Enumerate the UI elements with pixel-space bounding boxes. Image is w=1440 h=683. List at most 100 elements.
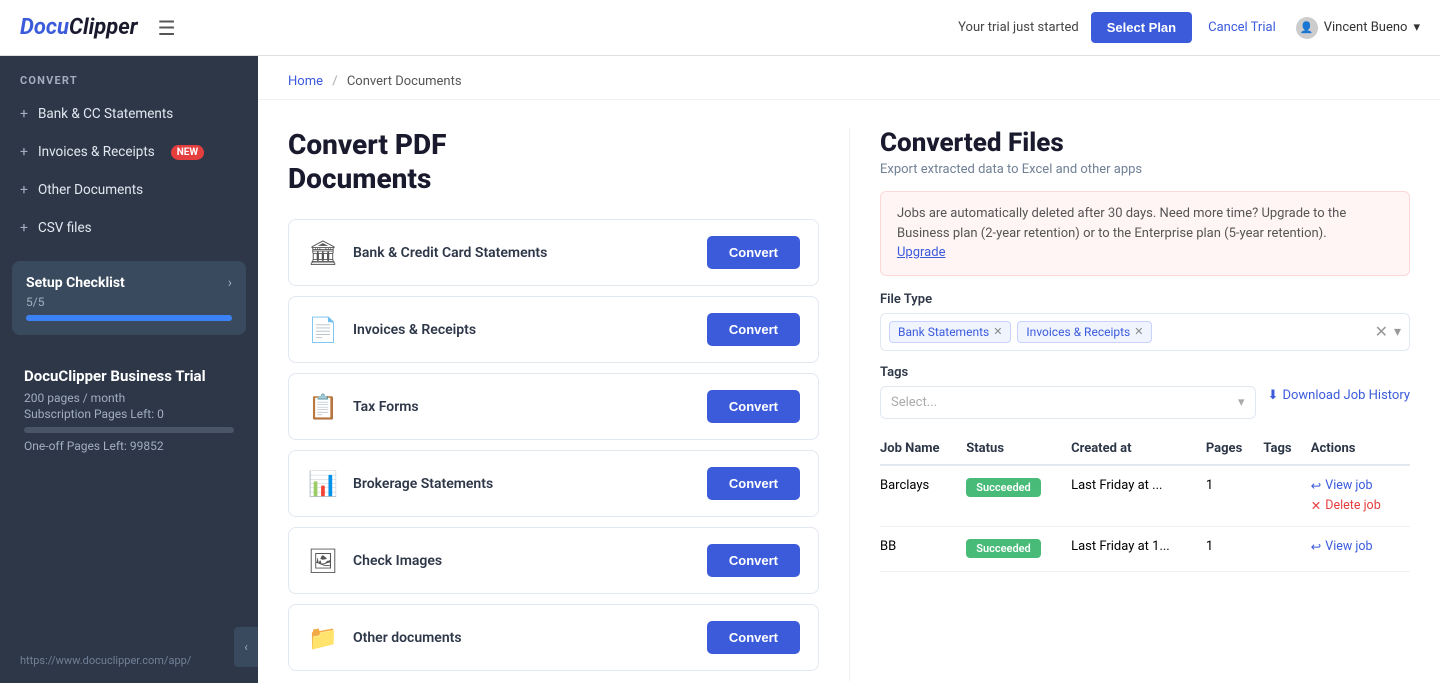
subscription-pages-left: Subscription Pages Left: 0 <box>24 407 234 421</box>
plan-pages-month: 200 pages / month <box>24 391 234 405</box>
content-grid: Convert PDF Documents 🏛 Bank & Credit Ca… <box>258 100 1440 683</box>
checklist-progress: 5/5 <box>26 295 232 309</box>
sidebar-item-bank-cc[interactable]: + Bank & CC Statements <box>0 95 258 133</box>
breadcrumb-home-link[interactable]: Home <box>288 74 323 89</box>
convert-invoices-button[interactable]: Convert <box>707 313 800 346</box>
table-row: BB Succeeded Last Friday at 1... 1 ↩ Vie… <box>880 526 1410 571</box>
file-type-filter: File Type Bank Statements ✕ Invoices & R… <box>880 292 1410 351</box>
download-history-link[interactable]: ⬇ Download Job History <box>1268 388 1410 403</box>
sidebar-item-label: CSV files <box>38 220 92 236</box>
job-name-barclays: Barclays <box>880 465 966 527</box>
user-name: Vincent Bueno <box>1324 20 1408 35</box>
filter-clear-all-button[interactable]: ✕ <box>1375 322 1388 341</box>
checklist-progress-bar-fill <box>26 315 232 321</box>
convert-section: Convert PDF Documents 🏛 Bank & Credit Ca… <box>288 128 849 681</box>
checklist-progress-bar-bg <box>26 315 232 321</box>
sidebar-item-invoices-receipts[interactable]: + Invoices & Receipts NEW <box>0 133 258 171</box>
select-plan-button[interactable]: Select Plan <box>1091 12 1192 43</box>
view-job-barclays-link[interactable]: ↩ View job <box>1311 478 1400 494</box>
sidebar-item-csv-files[interactable]: + CSV files <box>0 209 258 247</box>
convert-card-check-images: 🖼 Check Images Convert <box>288 527 819 594</box>
avatar-icon: 👤 <box>1296 17 1318 39</box>
status-badge: Succeeded <box>966 539 1040 558</box>
filter-tag-bank-remove[interactable]: ✕ <box>993 325 1002 338</box>
tax-icon: 📋 <box>307 393 339 421</box>
convert-bank-button[interactable]: Convert <box>707 236 800 269</box>
footer-url: https://www.docuclipper.com/app/ <box>0 644 258 683</box>
job-actions-bb: ↩ View job <box>1311 526 1410 571</box>
job-status-barclays: Succeeded <box>966 465 1071 527</box>
filter-tag-bank-label: Bank Statements <box>898 325 989 339</box>
delete-icon: ✕ <box>1311 498 1321 514</box>
converted-subtitle: Export extracted data to Excel and other… <box>880 162 1410 177</box>
convert-title: Convert PDF Documents <box>288 128 819 195</box>
topbar: DocuClipper ☰ Your trial just started Se… <box>0 0 1440 56</box>
breadcrumb-current: Convert Documents <box>347 74 462 89</box>
oneoff-pages-left: One-off Pages Left: 99852 <box>24 439 234 453</box>
user-menu[interactable]: 👤 Vincent Bueno ▾ <box>1296 17 1420 39</box>
tags-chevron-icon: ▾ <box>1238 395 1245 410</box>
sidebar-item-label: Other Documents <box>38 182 143 198</box>
delete-job-barclays-link[interactable]: ✕ Delete job <box>1311 498 1400 514</box>
brokerage-card-label: Brokerage Statements <box>353 476 493 492</box>
checklist-title: Setup Checklist <box>26 275 125 291</box>
col-status: Status <box>966 433 1071 465</box>
filter-tag-invoices-label: Invoices & Receipts <box>1026 325 1130 339</box>
download-icon: ⬇ <box>1268 388 1279 403</box>
sidebar: CONVERT + Bank & CC Statements + Invoice… <box>0 56 258 683</box>
job-status-bb: Succeeded <box>966 526 1071 571</box>
sidebar-item-other-documents[interactable]: + Other Documents <box>0 171 258 209</box>
view-job-bb-link[interactable]: ↩ View job <box>1311 539 1400 555</box>
filter-tag-bank[interactable]: Bank Statements ✕ <box>889 321 1011 343</box>
invoice-card-label: Invoices & Receipts <box>353 322 476 338</box>
breadcrumb: Home / Convert Documents <box>258 56 1440 100</box>
main-content: Home / Convert Documents Convert PDF Doc… <box>258 56 1440 683</box>
plus-icon: + <box>20 220 28 236</box>
cancel-trial-link[interactable]: Cancel Trial <box>1208 20 1276 35</box>
user-chevron-icon: ▾ <box>1413 20 1420 35</box>
sidebar-collapse-button[interactable]: ‹ <box>234 627 258 667</box>
sidebar-item-label: Bank & CC Statements <box>38 106 173 122</box>
filter-tag-invoices[interactable]: Invoices & Receipts ✕ <box>1017 321 1152 343</box>
sidebar-item-label: Invoices & Receipts <box>38 144 155 160</box>
job-pages-bb: 1 <box>1206 526 1264 571</box>
breadcrumb-separator: / <box>332 74 337 89</box>
tags-placeholder: Select... <box>891 395 937 410</box>
convert-card-invoices: 📄 Invoices & Receipts Convert <box>288 296 819 363</box>
layout: CONVERT + Bank & CC Statements + Invoice… <box>0 56 1440 683</box>
invoice-icon: 📄 <box>307 316 339 344</box>
jobs-table: Job Name Status Created at Pages Tags Ac… <box>880 433 1410 572</box>
bank-card-label: Bank & Credit Card Statements <box>353 245 547 261</box>
job-created-barclays: Last Friday at ... <box>1071 465 1206 527</box>
setup-checklist[interactable]: Setup Checklist › 5/5 <box>12 261 246 335</box>
check-icon: 🖼 <box>307 547 339 575</box>
converted-title: Converted Files <box>880 128 1410 158</box>
col-created-at: Created at <box>1071 433 1206 465</box>
plan-info: DocuClipper Business Trial 200 pages / m… <box>12 355 246 465</box>
file-type-input[interactable]: Bank Statements ✕ Invoices & Receipts ✕ … <box>880 313 1410 351</box>
hamburger-icon[interactable]: ☰ <box>158 16 176 40</box>
convert-check-button[interactable]: Convert <box>707 544 800 577</box>
view-icon: ↩ <box>1311 478 1321 494</box>
bank-icon: 🏛 <box>307 239 339 267</box>
other-card-label: Other documents <box>353 630 462 646</box>
sidebar-convert-label: CONVERT <box>0 56 258 95</box>
convert-card-brokerage: 📊 Brokerage Statements Convert <box>288 450 819 517</box>
banner-text: Jobs are automatically deleted after 30 … <box>897 206 1346 241</box>
job-tags-barclays <box>1263 465 1310 527</box>
tags-select[interactable]: Select... ▾ <box>880 386 1256 419</box>
convert-other-button[interactable]: Convert <box>707 621 800 654</box>
trial-text: Your trial just started <box>958 20 1079 35</box>
view-icon: ↩ <box>1311 539 1321 555</box>
col-tags: Tags <box>1263 433 1310 465</box>
convert-tax-button[interactable]: Convert <box>707 390 800 423</box>
info-banner: Jobs are automatically deleted after 30 … <box>880 191 1410 276</box>
tax-card-label: Tax Forms <box>353 399 419 415</box>
filter-tag-invoices-remove[interactable]: ✕ <box>1134 325 1143 338</box>
tags-label: Tags <box>880 365 1410 380</box>
job-name-bb: BB <box>880 526 966 571</box>
convert-card-other: 📁 Other documents Convert <box>288 604 819 671</box>
convert-brokerage-button[interactable]: Convert <box>707 467 800 500</box>
upgrade-link[interactable]: Upgrade <box>897 245 945 260</box>
filter-chevron-icon[interactable]: ▾ <box>1394 324 1401 340</box>
